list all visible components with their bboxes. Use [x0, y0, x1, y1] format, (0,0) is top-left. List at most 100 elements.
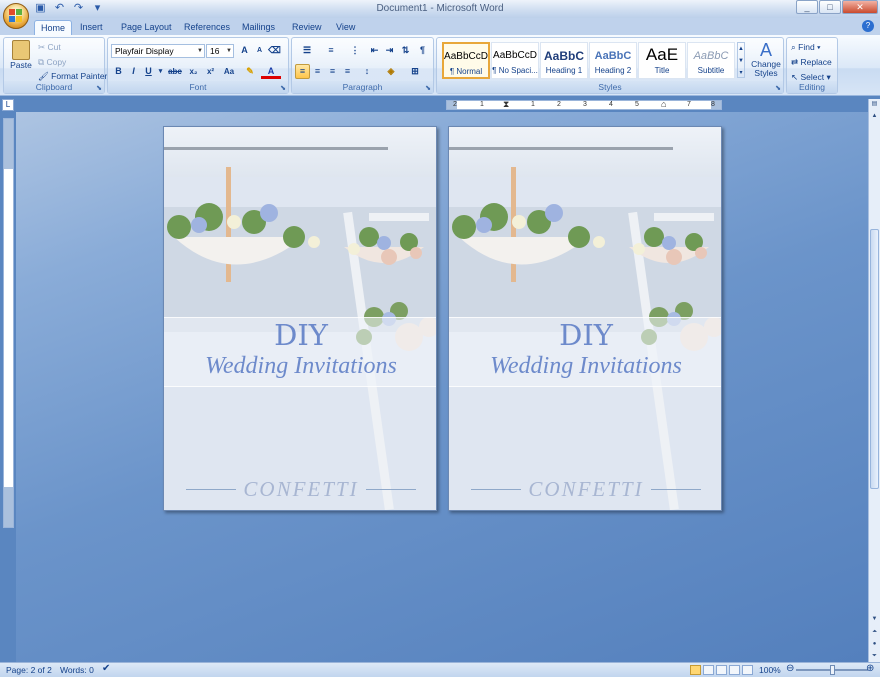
copy-button[interactable]: ⧉ Copy	[38, 57, 66, 68]
font-color-icon[interactable]: A	[261, 64, 281, 79]
font-size-combo[interactable]: 16 ▼	[206, 44, 234, 58]
previous-page-icon[interactable]: ⏶	[869, 627, 880, 637]
ruler-mark: 8	[711, 101, 715, 108]
ruler-toggle-icon[interactable]: ▤	[869, 99, 880, 109]
styles-scroll[interactable]: ▲ ▼ ▾	[737, 42, 745, 78]
strikethrough-button[interactable]: abc	[165, 64, 185, 79]
vertical-ruler[interactable]	[3, 118, 14, 528]
cut-button[interactable]: ✂ Cut	[38, 42, 61, 53]
justify-icon[interactable]: ≡	[340, 64, 355, 79]
shrink-font-button[interactable]: A	[252, 43, 267, 58]
close-button[interactable]: ✕	[842, 0, 878, 14]
align-left-icon[interactable]: ≡	[295, 64, 310, 79]
outline-view-icon[interactable]	[729, 665, 740, 675]
paragraph-group: ☰ ≡ ⋮ ⇤ ⇥ ⇅ ¶ ≡ ≡ ≡ ≡ ↕ ◈ ⊞ Paragraph ⬊	[291, 37, 434, 94]
window-title: Document1 - Microsoft Word	[376, 3, 504, 14]
horizontal-ruler[interactable]: 2 1 ⧗ 1 2 3 4 5 ⌂ 7 8	[446, 99, 722, 110]
page-1[interactable]: DIY Wedding Invitations CONFETTI	[163, 126, 437, 511]
page-2[interactable]: DIY Wedding Invitations CONFETTI	[448, 126, 722, 511]
word-count[interactable]: Words: 0	[60, 665, 94, 675]
brush-icon: 🖌	[38, 71, 49, 81]
zoom-slider-thumb[interactable]	[830, 665, 835, 675]
decrease-indent-icon[interactable]: ⇤	[367, 43, 382, 58]
zoom-out-icon[interactable]: ⊖	[786, 663, 794, 674]
align-center-icon[interactable]: ≡	[310, 64, 325, 79]
clipboard-group: Paste ✂ Cut ⧉ Copy 🖌 Format Painter Clip…	[3, 37, 107, 94]
document-canvas[interactable]	[16, 112, 868, 662]
subscript-button[interactable]: x₂	[185, 64, 202, 79]
style-sample: AaBbC	[543, 49, 584, 63]
page-count[interactable]: Page: 2 of 2	[6, 665, 52, 675]
sort-icon[interactable]: ⇅	[397, 43, 414, 58]
change-case-button[interactable]: Aa	[219, 64, 239, 79]
office-button[interactable]	[3, 3, 29, 29]
underline-button[interactable]: U	[141, 64, 156, 79]
minimize-button[interactable]: _	[796, 0, 818, 14]
scroll-down-icon[interactable]: ▼	[869, 614, 880, 624]
zoom-in-icon[interactable]: ⊕	[866, 663, 874, 674]
superscript-button[interactable]: x²	[202, 64, 219, 79]
brand-logo: CONFETTI	[243, 477, 359, 501]
print-layout-icon[interactable]	[690, 665, 701, 675]
style-title[interactable]: AaE Title	[638, 42, 686, 79]
invitation-subtitle: Wedding Invitations	[205, 353, 397, 379]
scroll-thumb[interactable]	[870, 229, 879, 489]
style-no-spacing[interactable]: AaBbCcD ¶ No Spaci...	[491, 42, 539, 79]
increase-indent-icon[interactable]: ⇥	[382, 43, 397, 58]
line-spacing-icon[interactable]: ↕	[355, 64, 379, 79]
grow-font-button[interactable]: A	[237, 43, 252, 58]
maximize-button[interactable]: □	[819, 0, 841, 14]
underline-dropdown-icon[interactable]: ▾	[156, 64, 165, 79]
find-button[interactable]: ⌕ Find ▾	[791, 42, 821, 53]
proofing-icon[interactable]: ✔	[102, 663, 110, 674]
dialog-launcher-icon[interactable]: ⬊	[425, 84, 431, 92]
full-screen-reading-icon[interactable]	[703, 665, 714, 675]
select-browse-object-icon[interactable]: ●	[869, 639, 880, 649]
tab-page-layout[interactable]: Page Layout	[115, 20, 178, 35]
indent-marker-icon[interactable]: ⧗	[503, 99, 509, 110]
dialog-launcher-icon[interactable]: ⬊	[280, 84, 286, 92]
align-right-icon[interactable]: ≡	[325, 64, 340, 79]
tab-view[interactable]: View	[330, 20, 361, 35]
style-heading-2[interactable]: AaBbC Heading 2	[589, 42, 637, 79]
dialog-launcher-icon[interactable]: ⬊	[96, 84, 102, 92]
font-name-combo[interactable]: Playfair Display ▼	[111, 44, 205, 58]
style-normal[interactable]: AaBbCcD ¶ Normal	[442, 42, 490, 79]
draft-view-icon[interactable]	[742, 665, 753, 675]
tab-insert[interactable]: Insert	[74, 20, 109, 35]
tab-references[interactable]: References	[178, 20, 236, 35]
curtain-rail	[164, 147, 388, 150]
help-icon[interactable]: ?	[862, 20, 874, 32]
style-subtitle[interactable]: AaBbC Subtitle	[687, 42, 735, 79]
show-marks-button[interactable]: ¶	[414, 43, 431, 58]
paragraph-group-label: Paragraph	[292, 81, 433, 93]
shading-icon[interactable]: ◈	[379, 64, 403, 79]
style-heading-1[interactable]: AaBbC Heading 1	[540, 42, 588, 79]
zoom-level[interactable]: 100%	[759, 665, 781, 675]
clipboard-group-label: Clipboard	[4, 81, 104, 93]
numbering-icon[interactable]: ≡	[319, 43, 343, 58]
dialog-launcher-icon[interactable]: ⬊	[775, 84, 781, 92]
multilevel-list-icon[interactable]: ⋮	[343, 43, 367, 58]
scroll-up-icon[interactable]: ▲	[869, 111, 880, 121]
style-sample: AaE	[645, 46, 679, 63]
borders-icon[interactable]: ⊞	[403, 64, 427, 79]
bold-button[interactable]: B	[111, 64, 126, 79]
change-styles-button[interactable]: A Change Styles	[749, 40, 783, 78]
vertical-scrollbar[interactable]: ▤ ▲ ▼ ⏶ ● ⏷	[868, 99, 880, 662]
tab-mailings[interactable]: Mailings	[236, 20, 281, 35]
bullets-icon[interactable]: ☰	[295, 43, 319, 58]
tab-review[interactable]: Review	[286, 20, 328, 35]
italic-button[interactable]: I	[126, 64, 141, 79]
tab-home[interactable]: Home	[34, 20, 73, 35]
right-indent-marker-icon[interactable]: ⌂	[661, 99, 666, 109]
replace-button[interactable]: ⇄ Replace	[791, 57, 832, 68]
clear-formatting-icon[interactable]: ⌫	[267, 43, 282, 58]
highlight-icon[interactable]: ✎	[239, 64, 261, 79]
paste-button[interactable]: Paste	[8, 40, 34, 70]
web-layout-icon[interactable]	[716, 665, 727, 675]
style-sample: AaBbCcD	[444, 51, 488, 62]
clipboard-icon	[12, 40, 30, 60]
next-page-icon[interactable]: ⏷	[869, 651, 880, 661]
tab-selector[interactable]: L	[2, 99, 14, 111]
